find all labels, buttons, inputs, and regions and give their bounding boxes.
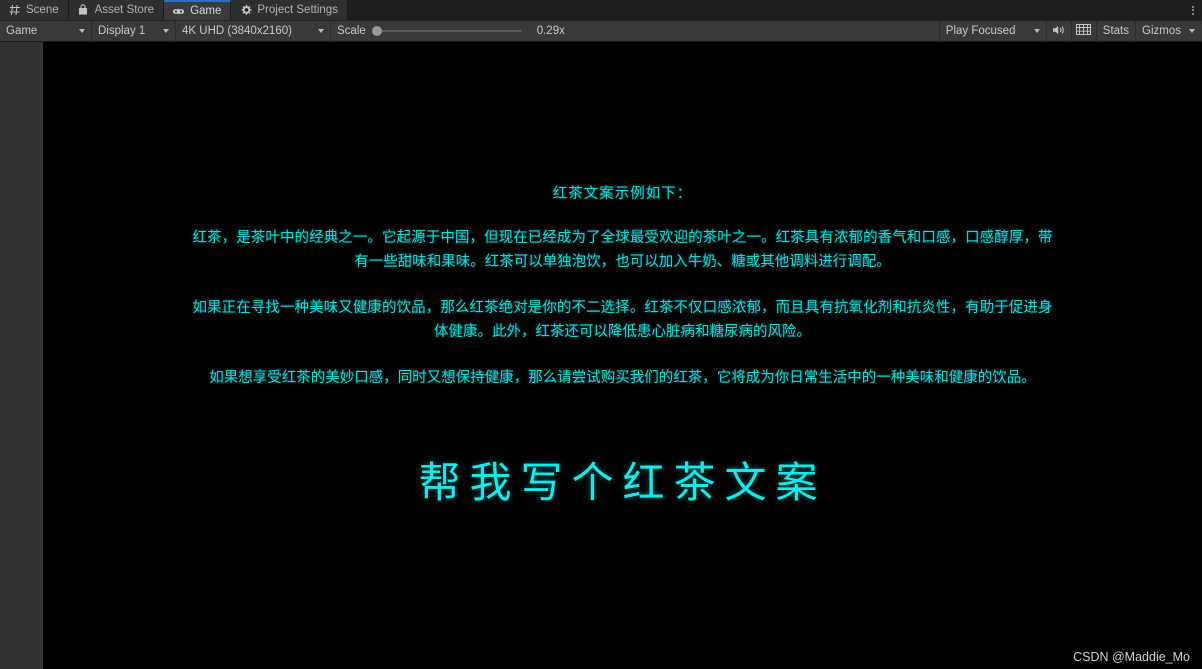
unity-editor-window: Scene Asset Store Game Project Settings …: [0, 0, 1202, 669]
grid-icon: [8, 4, 21, 17]
gizmos-label: Gizmos: [1142, 25, 1181, 37]
view-mode-dropdown[interactable]: Game: [0, 21, 92, 41]
tab-project-settings[interactable]: Project Settings: [231, 0, 348, 20]
scale-slider[interactable]: [371, 25, 522, 37]
game-text-content: 红茶文案示例如下： 红茶，是茶叶中的经典之一。它起源于中国，但现在已经成为了全球…: [43, 42, 1202, 504]
slider-track: [376, 30, 522, 32]
watermark-label: CSDN @Maddie_Mo: [1073, 650, 1190, 664]
display-dropdown[interactable]: Display 1: [92, 21, 176, 41]
slider-handle[interactable]: [371, 26, 382, 36]
resolution-label: 4K UHD (3840x2160): [182, 25, 292, 37]
store-bag-icon: [77, 4, 90, 17]
game-render-canvas[interactable]: 红茶文案示例如下： 红茶，是茶叶中的经典之一。它起源于中国，但现在已经成为了全球…: [43, 42, 1202, 669]
response-paragraph-3: 如果想享受红茶的美妙口感，同时又想保持健康，那么请尝试购买我们的红茶，它将成为你…: [209, 370, 1036, 386]
gizmos-dropdown[interactable]: Gizmos: [1136, 21, 1202, 41]
prompt-headline: 帮我写个红茶文案: [418, 458, 827, 507]
resolution-dropdown[interactable]: 4K UHD (3840x2160): [176, 21, 331, 41]
play-mode-label: Play Focused: [945, 25, 1016, 37]
kebab-menu-icon[interactable]: [1184, 0, 1202, 20]
response-paragraph-2: 如果正在寻找一种美味又健康的饮品，那么红茶绝对是你的不二选择。红茶不仅口感浓郁，…: [192, 300, 1053, 340]
chevron-down-icon: [318, 29, 324, 33]
toolbar-spacer: [579, 21, 939, 41]
tab-bar-empty-space: [347, 0, 1184, 20]
gamepad-icon: [172, 5, 185, 18]
play-mode-dropdown[interactable]: Play Focused: [938, 21, 1047, 41]
chevron-down-icon: [1189, 29, 1195, 33]
tab-label: Project Settings: [257, 4, 338, 16]
stats-label: Stats: [1102, 25, 1130, 37]
tab-label: Asset Store: [94, 4, 155, 16]
view-mode-label: Game: [6, 25, 38, 37]
chevron-down-icon: [79, 29, 85, 33]
speaker-icon: [1052, 24, 1066, 39]
mute-audio-button[interactable]: [1047, 21, 1072, 41]
response-paragraph-1: 红茶，是茶叶中的经典之一。它起源于中国，但现在已经成为了全球最受欢迎的茶叶之一。…: [192, 230, 1053, 270]
grid-overlay-icon: [1076, 24, 1092, 38]
tab-label: Scene: [26, 4, 59, 16]
tab-label: Game: [190, 5, 222, 17]
game-view-panel[interactable]: 红茶文案示例如下： 红茶，是茶叶中的经典之一。它起源于中国，但现在已经成为了全球…: [0, 42, 1202, 669]
scale-slider-group[interactable]: Scale 0.29x: [331, 21, 580, 41]
stats-button[interactable]: Stats: [1097, 21, 1137, 41]
scale-label: Scale: [337, 25, 366, 37]
gear-icon: [239, 4, 252, 17]
tab-game[interactable]: Game: [164, 0, 232, 20]
chevron-down-icon: [163, 29, 169, 33]
scale-value: 0.29x: [536, 25, 565, 37]
editor-tab-bar: Scene Asset Store Game Project Settings: [0, 0, 1202, 21]
tab-asset-store[interactable]: Asset Store: [68, 0, 165, 20]
chevron-down-icon: [1033, 29, 1040, 33]
aspect-overlay-button[interactable]: [1072, 21, 1097, 41]
response-title: 红茶文案示例如下：: [552, 186, 693, 202]
display-label: Display 1: [98, 25, 146, 37]
game-view-toolbar: Game Display 1 4K UHD (3840x2160) Scale …: [0, 21, 1202, 42]
tab-scene[interactable]: Scene: [0, 0, 69, 20]
